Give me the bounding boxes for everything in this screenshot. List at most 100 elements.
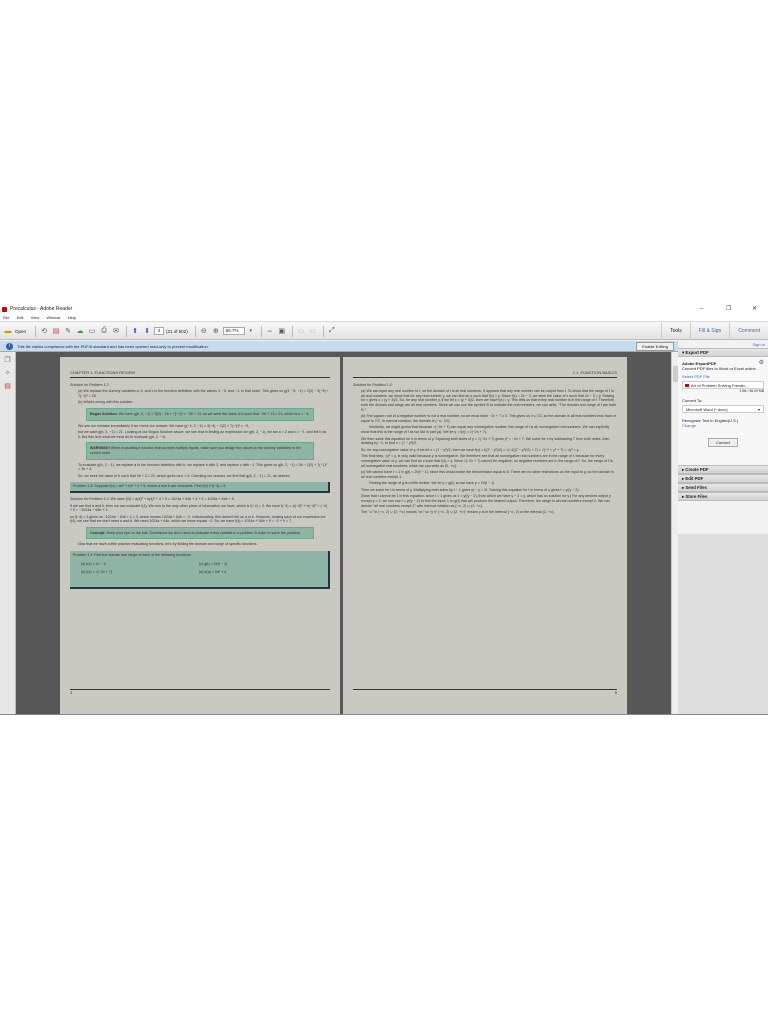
selected-file[interactable]: Art of Problem Solving Precalc... [682, 381, 764, 389]
sign-icon[interactable]: ▭ [308, 326, 318, 336]
running-header: 1.1. FUNCTION BASICS [353, 370, 617, 378]
tools-panel: Sign In ▾ Export PDF Adobe ExportPDF ⚙ C… [678, 341, 768, 714]
running-header: CHAPTER 1. FUNCTIONS REVIEW [70, 370, 330, 378]
page-number: 4 [70, 689, 330, 696]
problem-item: (a) f(x) = 2x − 3 [81, 561, 106, 566]
page-number-input[interactable]: 4 [154, 327, 165, 335]
info-bar: i This file claims compliance with the P… [0, 341, 678, 352]
edit-icon[interactable]: ✎ [63, 326, 73, 336]
change-link[interactable]: Change [682, 423, 764, 428]
tab-fill-sign[interactable]: Fill & Sign [689, 323, 730, 340]
section-label: Store Files [685, 494, 708, 499]
menu-view[interactable]: View [31, 315, 40, 320]
print-icon[interactable]: ⎙ [99, 326, 109, 336]
toolbar: ▬ Open ⟲ ▤ ✎ ☁ ▭ ⎙ ✉ ⬆ ⬇ 4 (21 of 502) ⊖… [0, 323, 768, 340]
box-label: Concept: [90, 530, 106, 535]
document-viewer[interactable]: CHAPTER 1. FUNCTIONS REVIEW Solution for… [16, 352, 671, 714]
combine-icon[interactable]: ▤ [51, 326, 61, 336]
open-button[interactable]: Open [15, 329, 26, 334]
vertical-scrollbar[interactable] [671, 352, 678, 714]
paragraph: So, we seek the value of b such that 3b … [78, 473, 291, 478]
paragraph: If we can find a and b, then we can eval… [70, 503, 327, 513]
panel-background [678, 534, 768, 714]
problem-box: Problem 1.3: Suppose f(x) = ax⁵ + bx³ + … [70, 482, 330, 493]
export-pdf-header[interactable]: ▾ Export PDF [678, 348, 768, 357]
close-button[interactable]: ✕ [752, 305, 757, 314]
select-value: Microsoft Word (*.docx) [686, 407, 728, 412]
expand-icon[interactable]: ⤢ [327, 326, 337, 336]
attachments-icon[interactable]: ▤ [4, 383, 12, 391]
window-title: Precalculus - Adobe Reader [10, 306, 73, 312]
paragraph: (c) We cannot have t = 1 in g(t) = 2t/(t… [361, 470, 614, 479]
store-files-header[interactable]: ▸ Store Files [678, 492, 768, 501]
paragraph: (b) The square root of a negative number… [361, 414, 616, 423]
enable-editing-button[interactable]: Enable Editing [636, 342, 674, 351]
upload-icon[interactable]: ☁ [75, 326, 85, 336]
divider [291, 325, 293, 337]
paragraph: (Note that t cannot be 1 in this equatio… [361, 494, 611, 508]
minimize-button[interactable]: – [700, 305, 703, 314]
paragraph: Then we solve for t in terms of y. Multi… [361, 487, 580, 492]
menu-edit[interactable]: Edit [17, 315, 24, 320]
paragraph: Now that we have a little practice evalu… [78, 542, 258, 547]
paragraph: Intuitively, we might guess that because… [361, 425, 610, 434]
select-file-label[interactable]: Select PDF File [682, 374, 764, 379]
menu-window[interactable]: Window [46, 315, 60, 320]
divider [194, 325, 196, 337]
tab-tools[interactable]: Tools [661, 323, 690, 340]
warning-box: WARNING!! When evaluating a function tha… [86, 442, 314, 460]
fit-width-icon[interactable]: ▣ [277, 326, 287, 336]
divider [260, 325, 262, 337]
paragraph: Finding the range of g is a little trick… [369, 481, 496, 486]
menu-help[interactable]: Help [68, 315, 76, 320]
problem-item: (b) f(x) = √(−2x + 7) [81, 570, 113, 575]
zoom-in-icon[interactable]: ⊕ [211, 326, 221, 336]
adobe-logo-icon [2, 307, 7, 312]
email-icon[interactable]: ✉ [111, 326, 121, 336]
page-thumbnails-icon[interactable]: ❐ [4, 357, 12, 365]
paragraph: This final step, √y² = y, is only valid … [361, 454, 613, 468]
divider [126, 325, 128, 337]
previous-page-icon[interactable]: ⬆ [130, 326, 140, 336]
concept-box: Concept: Keep your eye on the ball. Some… [86, 526, 314, 540]
save-icon[interactable]: ▭ [87, 326, 97, 336]
convert-button[interactable]: Convert [708, 438, 738, 447]
create-pdf-icon[interactable]: ⟲ [39, 326, 49, 336]
highlight-icon[interactable]: ▭ [296, 326, 306, 336]
restore-button[interactable]: ❐ [726, 305, 731, 314]
menu-file[interactable]: File [3, 315, 9, 320]
fit-page-icon[interactable]: ⇔ [265, 326, 275, 336]
info-icon: i [6, 343, 13, 350]
chevron-down-icon[interactable]: ▾ [246, 326, 256, 336]
navigation-pane: ❐ ✧ ▤ [0, 352, 16, 714]
export-pdf-body: Adobe ExportPDF ⚙ Convert PDF files to W… [678, 357, 768, 465]
zoom-level-select[interactable]: 55.7% [222, 327, 245, 335]
bookmarks-icon[interactable]: ✧ [4, 370, 12, 378]
page-number: 5 [353, 689, 617, 696]
adobe-reader-window: Precalculus - Adobe Reader – ❐ ✕ File Ed… [0, 305, 768, 715]
tab-comment[interactable]: Comment [729, 323, 768, 340]
convert-to-select[interactable]: Microsoft Word (*.docx) ▾ [682, 405, 764, 413]
sign-in-link[interactable]: Sign In [678, 341, 768, 348]
paragraph: We see our mistake immediately if we che… [78, 423, 249, 428]
menu-bar: File Edit View Window Help [0, 314, 768, 322]
open-folder-icon[interactable]: ▬ [3, 326, 13, 336]
send-files-header[interactable]: ▸ Send Files [678, 483, 768, 492]
page-right: 1.1. FUNCTION BASICS Solution for Proble… [343, 357, 627, 714]
solution-title: Solution for Problem 1.4: [353, 382, 393, 387]
bogus-solution-box: Bogus Solution: We have g(b, 2, −1) = 3(… [86, 407, 314, 421]
zoom-out-icon[interactable]: ⊖ [199, 326, 209, 336]
edit-pdf-header[interactable]: ▸ Edit PDF [678, 474, 768, 483]
paragraph: (a) We replace the dummy variables a, b,… [78, 389, 329, 398]
paragraph: Solution for Problem 1.3: We have f(4) =… [70, 496, 235, 501]
next-page-icon[interactable]: ⬇ [142, 326, 152, 336]
divider [35, 325, 37, 337]
paragraph: (a) We can input any real number to f, s… [361, 389, 617, 412]
box-text: We have g(b, 2, −1) = 3(2) − 2b + 7(−1)²… [118, 411, 310, 416]
problem-item: (c) g(t) = 2t/(t − 1) [199, 561, 228, 566]
create-pdf-header[interactable]: ▸ Create PDF [678, 465, 768, 474]
divider [322, 325, 324, 337]
title-bar: Precalculus - Adobe Reader – ❐ ✕ [0, 305, 768, 314]
settings-icon[interactable]: ⚙ [759, 360, 764, 366]
right-tabs: Tools Fill & Sign Comment [661, 323, 768, 340]
